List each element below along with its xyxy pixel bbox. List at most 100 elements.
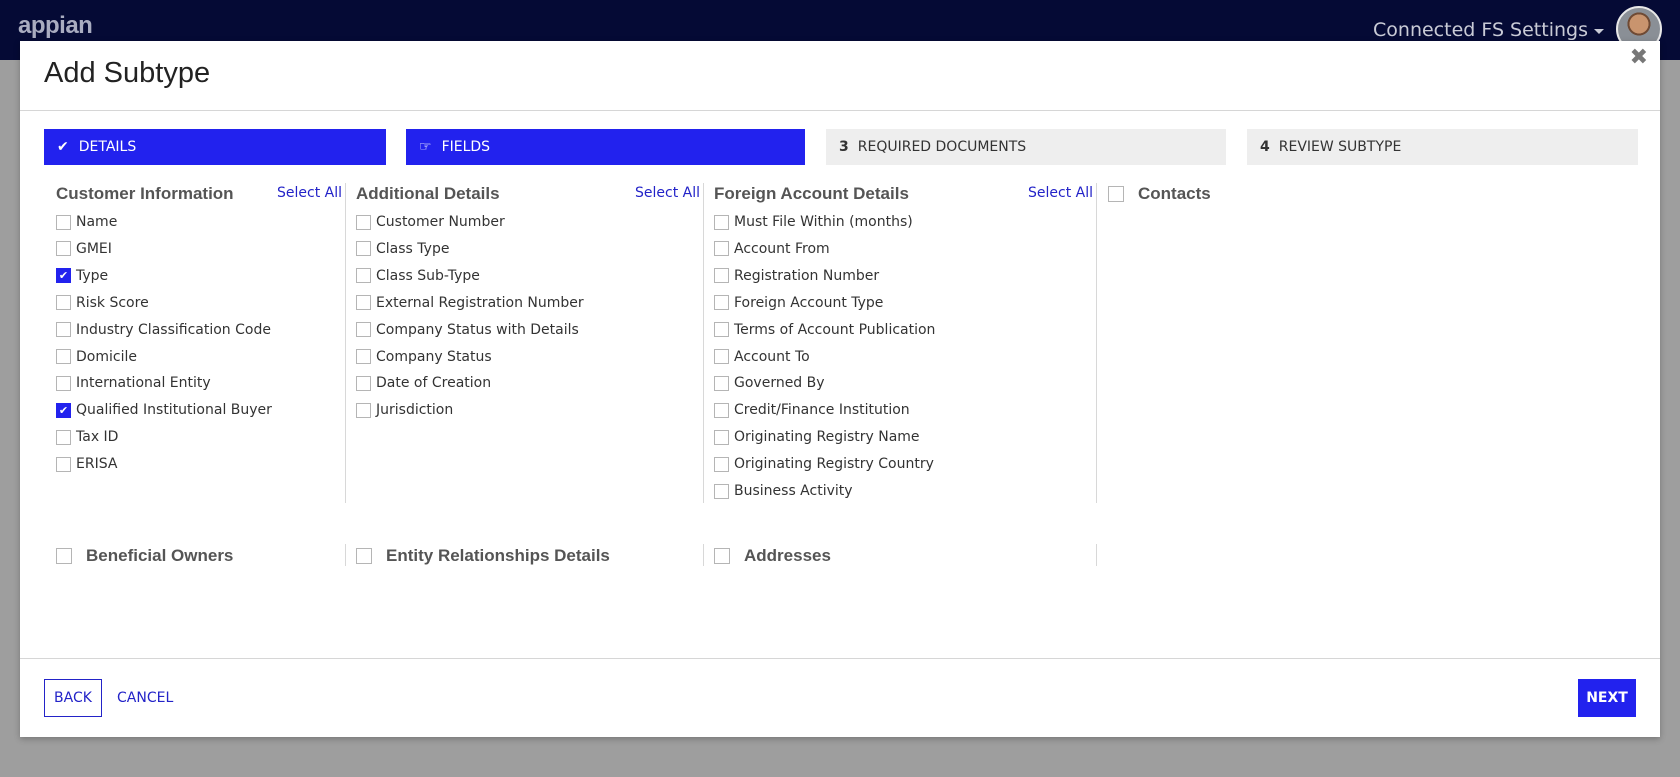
select-all-additional-details[interactable]: Select All xyxy=(635,185,700,201)
field-option[interactable]: Jurisdiction xyxy=(356,402,453,418)
field-option[interactable]: ✔ Type xyxy=(56,268,108,284)
field-option[interactable]: Business Activity xyxy=(714,483,853,499)
checkbox[interactable] xyxy=(56,322,71,338)
next-button[interactable]: NEXT xyxy=(1578,679,1636,717)
checkbox[interactable] xyxy=(56,375,71,391)
checkbox[interactable] xyxy=(714,322,729,338)
checkbox[interactable] xyxy=(56,349,71,364)
field-option-label: International Entity xyxy=(76,375,211,392)
field-option[interactable]: Class Sub-Type xyxy=(356,268,480,284)
field-option-label: Class Type xyxy=(376,240,450,257)
field-option[interactable]: Name xyxy=(56,214,117,230)
field-option[interactable]: Date of Creation xyxy=(356,375,491,391)
select-all-customer-information[interactable]: Select All xyxy=(277,185,342,201)
checkbox[interactable] xyxy=(356,214,371,230)
checkbox[interactable] xyxy=(714,429,729,445)
field-option-label: Originating Registry Country xyxy=(734,456,934,473)
beneficial-owners-toggle[interactable]: Beneficial Owners xyxy=(56,546,233,566)
contacts-section-toggle[interactable]: Contacts xyxy=(1108,184,1211,204)
beneficial-owners-checkbox[interactable] xyxy=(56,548,72,564)
checkbox[interactable] xyxy=(714,349,729,364)
checkbox[interactable] xyxy=(356,295,371,311)
field-option[interactable]: Terms of Account Publication xyxy=(714,322,935,338)
field-option[interactable]: Company Status with Details xyxy=(356,322,579,338)
column-divider xyxy=(703,544,704,566)
back-button[interactable]: BACK xyxy=(44,679,102,717)
field-option-label: Must File Within (months) xyxy=(734,214,913,230)
addresses-toggle[interactable]: Addresses xyxy=(714,546,831,566)
field-option[interactable]: Account From xyxy=(714,241,830,257)
checkbox[interactable]: ✔ xyxy=(56,402,71,418)
field-option[interactable]: Customer Number xyxy=(356,214,505,230)
checkbox[interactable] xyxy=(56,214,71,230)
field-option[interactable]: ✔ Qualified Institutional Buyer xyxy=(56,402,272,418)
entity-relationships-toggle[interactable]: Entity Relationships Details xyxy=(356,546,610,566)
field-option-label: Jurisdiction xyxy=(376,402,454,419)
entity-relationships-checkbox[interactable] xyxy=(356,548,372,564)
checkbox[interactable]: ✔ xyxy=(56,268,71,284)
step-required-documents[interactable]: 3 REQUIRED DOCUMENTS xyxy=(826,129,1226,165)
checkbox[interactable] xyxy=(356,375,371,391)
checkbox[interactable] xyxy=(714,214,729,230)
checkbox[interactable] xyxy=(56,295,71,311)
checkbox[interactable] xyxy=(714,375,729,391)
appian-logo[interactable]: appian xyxy=(18,12,93,40)
addresses-checkbox[interactable] xyxy=(714,548,730,564)
field-option[interactable]: Registration Number xyxy=(714,268,879,284)
checkbox[interactable] xyxy=(714,402,729,418)
checkbox[interactable] xyxy=(356,322,371,338)
checkbox[interactable] xyxy=(356,402,371,418)
checkbox[interactable] xyxy=(714,268,729,284)
field-option[interactable]: Must File Within (months) xyxy=(714,214,913,230)
field-option[interactable]: Industry Classification Code xyxy=(56,322,271,338)
field-option[interactable]: Credit/Finance Institution xyxy=(714,402,910,418)
beneficial-owners-title: Beneficial Owners xyxy=(86,546,234,565)
field-option[interactable]: GMEI xyxy=(56,241,112,257)
checkbox[interactable] xyxy=(356,349,371,364)
step-label: FIELDS xyxy=(441,139,491,155)
dialog-title: Add Subtype xyxy=(44,57,211,89)
field-option-label: Terms of Account Publication xyxy=(734,321,936,338)
field-option[interactable]: Foreign Account Type xyxy=(714,295,883,311)
close-icon[interactable]: ✖ xyxy=(1630,45,1648,70)
checkbox[interactable] xyxy=(56,456,71,472)
checkbox[interactable] xyxy=(356,241,371,257)
site-menu[interactable]: Connected FS Settings xyxy=(1373,19,1604,41)
field-option[interactable]: Domicile xyxy=(56,349,137,365)
field-option-label: Credit/Finance Institution xyxy=(734,402,910,419)
field-option[interactable]: International Entity xyxy=(56,375,211,391)
checkbox[interactable] xyxy=(714,483,729,499)
checkbox[interactable] xyxy=(56,241,71,257)
column-divider xyxy=(1096,544,1097,566)
column-divider xyxy=(703,183,704,503)
field-option[interactable]: Governed By xyxy=(714,375,825,391)
checkbox[interactable] xyxy=(56,429,71,445)
field-option[interactable]: Class Type xyxy=(356,241,449,257)
field-option[interactable]: ERISA xyxy=(56,456,117,472)
hand-pointer-icon: ☞ xyxy=(419,139,432,155)
field-option[interactable]: Tax ID xyxy=(56,429,118,445)
field-option[interactable]: Account To xyxy=(714,349,810,365)
step-number: 4 xyxy=(1260,139,1270,155)
field-option[interactable]: Risk Score xyxy=(56,295,149,311)
field-option[interactable]: Company Status xyxy=(356,349,492,365)
field-option[interactable]: Originating Registry Name xyxy=(714,429,920,445)
checkbox[interactable] xyxy=(356,268,371,284)
checkbox[interactable] xyxy=(714,241,729,257)
step-details[interactable]: ✔ DETAILS xyxy=(44,129,386,165)
field-option-label: Business Activity xyxy=(734,483,853,499)
step-fields[interactable]: ☞ FIELDS xyxy=(406,129,805,165)
checkbox[interactable] xyxy=(714,295,729,311)
checkbox[interactable] xyxy=(714,456,729,472)
add-subtype-dialog: Add Subtype ✖ ✔ DETAILS ☞ FIELDS 3 REQUI… xyxy=(20,41,1660,737)
field-option[interactable]: Originating Registry Country xyxy=(714,456,934,472)
field-option-label: Foreign Account Type xyxy=(734,294,884,311)
cancel-button[interactable]: CANCEL xyxy=(117,679,173,717)
step-review-subtype[interactable]: 4 REVIEW SUBTYPE xyxy=(1247,129,1638,165)
column-divider xyxy=(1096,183,1097,503)
contacts-checkbox[interactable] xyxy=(1108,186,1124,202)
field-option[interactable]: External Registration Number xyxy=(356,295,584,311)
select-all-foreign-account-details[interactable]: Select All xyxy=(1028,185,1093,201)
field-option-label: Account From xyxy=(734,240,830,257)
field-option-label: Domicile xyxy=(76,348,137,365)
